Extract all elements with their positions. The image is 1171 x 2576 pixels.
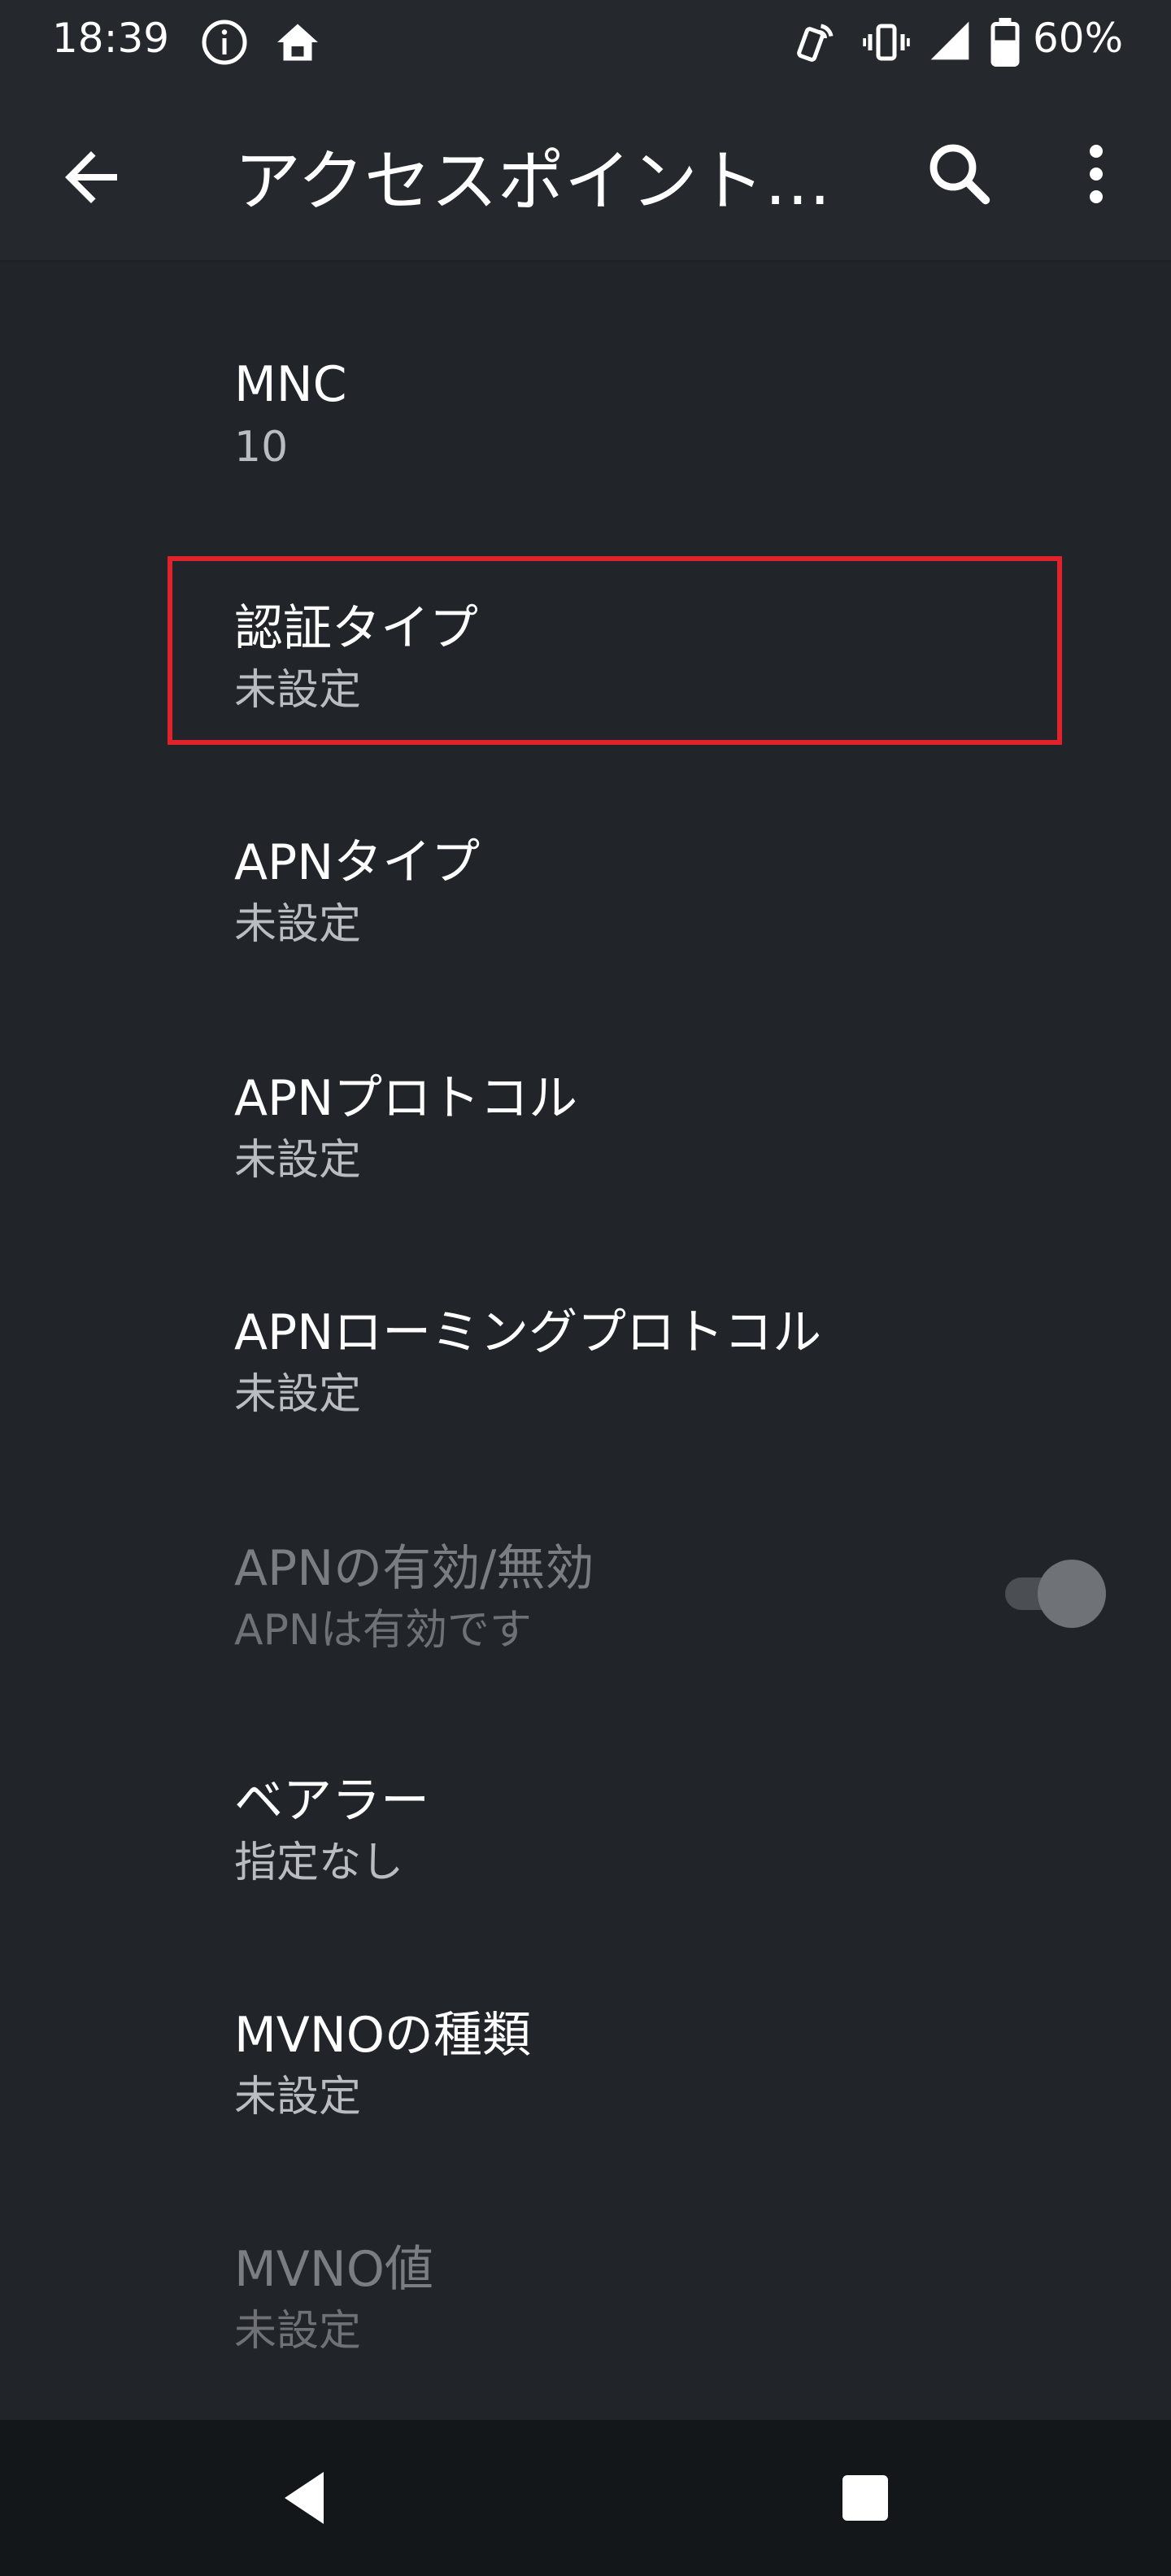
- app-bar: アクセスポイント…: [0, 78, 1171, 262]
- setting-mvno-type[interactable]: MVNOの種類 未設定: [0, 1995, 1171, 2223]
- navigation-bar: [0, 2420, 1171, 2576]
- setting-title: APNの有効/無効: [234, 1540, 594, 1597]
- battery-percent: 60%: [1033, 15, 1124, 62]
- nav-back-button[interactable]: [268, 2459, 346, 2537]
- info-icon: [200, 18, 249, 70]
- back-button[interactable]: [52, 138, 130, 216]
- setting-apn-type[interactable]: APNタイプ 未設定: [0, 823, 1171, 1051]
- vibrate-icon: [862, 18, 911, 70]
- setting-summary: APNは有効です: [234, 1606, 532, 1655]
- arrow-back-icon: [65, 151, 117, 203]
- nav-back-icon: [285, 2472, 324, 2524]
- apn-enable-toggle[interactable]: [1002, 1560, 1108, 1628]
- setting-apn-roaming-protocol[interactable]: APNローミングプロトコル 未設定: [0, 1293, 1171, 1521]
- setting-summary: 未設定: [234, 900, 362, 949]
- setting-summary: 未設定: [234, 2307, 362, 2356]
- setting-summary: 指定なし: [234, 1838, 404, 1887]
- setting-title: APNタイプ: [234, 834, 481, 891]
- setting-title: MNC: [234, 356, 347, 413]
- more-vert-icon: [1090, 145, 1103, 203]
- highlight-box: [168, 556, 1062, 745]
- home-icon: [273, 18, 322, 70]
- setting-title: APNプロトコル: [234, 1070, 578, 1127]
- setting-title: ベアラー: [234, 1773, 429, 1830]
- nav-recents-icon: [842, 2475, 888, 2521]
- setting-mnc[interactable]: MNC 10: [0, 356, 1171, 584]
- toggle-thumb: [1038, 1560, 1106, 1628]
- setting-apn-protocol[interactable]: APNプロトコル 未設定: [0, 1059, 1171, 1286]
- nfc-icon: [790, 18, 839, 70]
- setting-summary: 未設定: [234, 1370, 362, 1419]
- search-icon: [929, 144, 990, 205]
- setting-bearer[interactable]: ベアラー 指定なし: [0, 1761, 1171, 1989]
- nav-recents-button[interactable]: [826, 2459, 904, 2537]
- setting-summary: 未設定: [234, 2073, 362, 2121]
- page-title: アクセスポイント…: [234, 143, 831, 220]
- status-bar: 18:39 60%: [0, 0, 1171, 78]
- more-options-button[interactable]: [1057, 135, 1135, 213]
- setting-title: MVNO値: [234, 2241, 433, 2298]
- signal-icon: [927, 18, 973, 67]
- battery-icon: [987, 18, 1023, 70]
- setting-summary: 10: [234, 423, 289, 472]
- setting-summary: 未設定: [234, 1136, 362, 1185]
- setting-apn-enable[interactable]: APNの有効/無効 APNは有効です: [0, 1529, 1171, 1756]
- setting-title: MVNOの種類: [234, 2007, 531, 2064]
- status-time: 18:39: [52, 15, 170, 62]
- setting-title: APNローミングプロトコル: [234, 1304, 822, 1361]
- search-button[interactable]: [921, 135, 999, 213]
